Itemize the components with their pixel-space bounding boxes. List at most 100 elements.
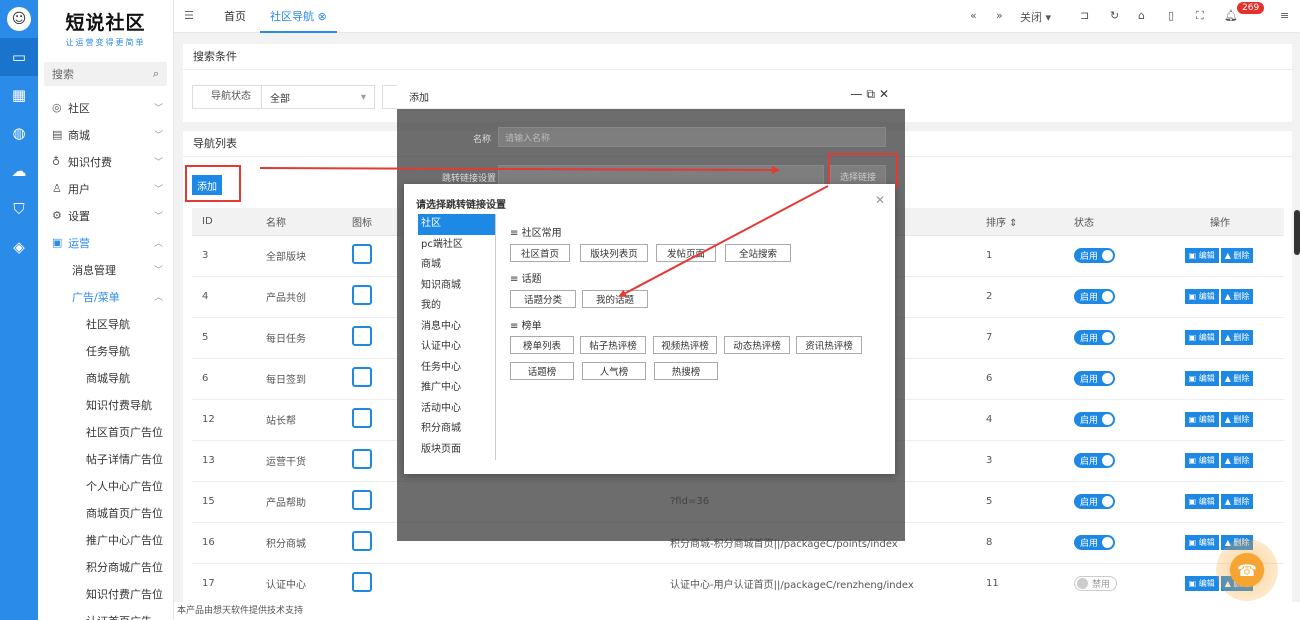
edit-button[interactable]: ▣ 编辑 [1184, 535, 1219, 550]
sidebar-sub-item[interactable]: 知识付费导航 [38, 391, 173, 418]
edit-button[interactable]: ▣ 编辑 [1184, 453, 1219, 468]
note-icon[interactable]: ▯ [1168, 9, 1174, 22]
category-item[interactable]: 商城 [418, 255, 495, 276]
close-icon[interactable]: ✕ [879, 87, 893, 101]
name-input[interactable]: 请输入名称 [498, 127, 886, 147]
sidebar-sub-item[interactable]: 商城导航 [38, 364, 173, 391]
delete-button[interactable]: ▲ 删除 [1220, 412, 1254, 427]
sidebar-sub-item[interactable]: 社区首页广告位 [38, 418, 173, 445]
link-chip[interactable]: 人气榜 [582, 362, 646, 380]
link-input[interactable] [498, 165, 824, 185]
link-chip[interactable]: 资讯热评榜 [796, 336, 862, 354]
sidebar-sub-item[interactable]: 商城首页广告位 [38, 499, 173, 526]
link-chip[interactable]: 我的话题 [582, 290, 648, 308]
edit-button[interactable]: ▣ 编辑 [1184, 289, 1219, 304]
close-tabs-dropdown[interactable]: 关闭 ▾ [1020, 9, 1051, 25]
page-scrollbar[interactable] [1294, 210, 1300, 255]
link-chip[interactable]: 全站搜索 [725, 244, 791, 262]
lock-screen-icon[interactable]: ⊐ [1080, 9, 1089, 22]
category-item[interactable]: 积分商城 [418, 419, 495, 440]
link-chip[interactable]: 社区首页 [510, 244, 570, 262]
status-toggle[interactable]: 启用 [1074, 412, 1116, 427]
globe-icon[interactable]: ◍ [0, 114, 38, 152]
edit-button[interactable]: ▣ 编辑 [1184, 494, 1219, 509]
category-item[interactable]: 版块页面 [418, 440, 495, 461]
category-item[interactable]: pc端社区 [418, 235, 495, 256]
delete-button[interactable]: ▲ 删除 [1220, 371, 1254, 386]
sidebar-sub-item[interactable]: 个人中心广告位 [38, 472, 173, 499]
cloud-icon[interactable]: ☁ [0, 152, 38, 190]
sidebar-sub-item[interactable]: 认证首页广告 [38, 607, 173, 620]
edit-button[interactable]: ▣ 编辑 [1184, 248, 1219, 263]
status-filter[interactable]: 导航状态 全部 ▾ [192, 85, 375, 109]
sidebar-item-store[interactable]: ▤ 商城 ﹀ [38, 121, 173, 148]
status-toggle[interactable]: 启用 [1074, 535, 1116, 550]
delete-button[interactable]: ▲ 删除 [1220, 494, 1254, 509]
edit-button[interactable]: ▣ 编辑 [1184, 371, 1219, 386]
edit-button[interactable]: ▣ 编辑 [1184, 412, 1219, 427]
home-icon[interactable]: ⌂ [1138, 9, 1145, 22]
status-toggle[interactable]: 启用 [1074, 371, 1116, 386]
status-toggle[interactable]: 启用 [1074, 289, 1116, 304]
sidebar-item-messages[interactable]: 消息管理 ﹀ [38, 256, 173, 283]
sidebar-sub-item[interactable]: 社区导航 [38, 310, 173, 337]
link-chip[interactable]: 动态热评榜 [724, 336, 790, 354]
delete-button[interactable]: ▲ 删除 [1220, 453, 1254, 468]
status-toggle[interactable]: 禁用 [1074, 575, 1118, 591]
sidebar-sub-item[interactable]: 帖子详情广告位 [38, 445, 173, 472]
menu-fold-icon[interactable]: ☰ [184, 9, 194, 22]
link-chip[interactable]: 版块列表页 [580, 244, 648, 262]
bell-icon[interactable]: 🔔︎ [1224, 9, 1238, 22]
link-chip[interactable]: 话题榜 [510, 362, 574, 380]
status-toggle[interactable]: 启用 [1074, 494, 1116, 509]
status-toggle[interactable]: 启用 [1074, 248, 1116, 263]
col-sort[interactable]: 排序 ⇕ [976, 208, 1064, 236]
link-chip[interactable]: 热搜榜 [654, 362, 718, 380]
sidebar-sub-item[interactable]: 推广中心广告位 [38, 526, 173, 553]
sidebar-item-settings[interactable]: ⚙ 设置 ﹀ [38, 202, 173, 229]
close-icon[interactable]: ✕ [875, 193, 885, 207]
scroll-right-icon[interactable]: » [996, 9, 1003, 22]
refresh-icon[interactable]: ↻ [1110, 9, 1119, 22]
link-chip[interactable]: 发帖页面 [656, 244, 716, 262]
edit-button[interactable]: ▣ 编辑 [1184, 330, 1219, 345]
shield-icon[interactable]: ⛉ [0, 190, 38, 228]
filter-field-partial[interactable] [382, 85, 398, 109]
link-chip[interactable]: 榜单列表 [510, 336, 574, 354]
category-item[interactable]: 活动中心 [418, 399, 495, 420]
category-item[interactable]: 任务中心 [418, 358, 495, 379]
delete-button[interactable]: ▲ 删除 [1220, 248, 1254, 263]
link-chip[interactable]: 话题分类 [510, 290, 576, 308]
avatar-icon[interactable]: ☺ [7, 7, 31, 31]
sidebar-sub-item[interactable]: 任务导航 [38, 337, 173, 364]
category-item[interactable]: 推广中心 [418, 378, 495, 399]
category-item[interactable]: 知识商城 [418, 276, 495, 297]
category-item[interactable]: 认证中心 [418, 337, 495, 358]
tab-community-nav[interactable]: 社区导航 ⊗ [260, 0, 337, 33]
minimize-icon[interactable]: — [850, 87, 866, 101]
sidebar-sub-item[interactable]: 积分商城广告位 [38, 553, 173, 580]
sidebar-item-community[interactable]: ◎ 社区 ﹀ [38, 94, 173, 121]
close-circle-icon[interactable]: ⊗ [318, 10, 327, 23]
category-item[interactable]: 我的 [418, 296, 495, 317]
apps-grid-icon[interactable]: ▦ [0, 76, 38, 114]
maximize-icon[interactable]: ⧉ [866, 87, 879, 101]
link-chip[interactable]: 视频热评榜 [653, 336, 717, 354]
sidebar-item-users[interactable]: ♙ 用户 ﹀ [38, 175, 173, 202]
category-item[interactable]: 消息中心 [418, 317, 495, 338]
delete-button[interactable]: ▲ 删除 [1220, 330, 1254, 345]
sidebar-search[interactable]: 搜索 ⌕ [44, 62, 167, 86]
support-fab[interactable]: ☎ [1216, 539, 1278, 601]
sidebar-sub-item[interactable]: 知识付费广告位 [38, 580, 173, 607]
tab-home[interactable]: 首页 [224, 0, 246, 33]
status-toggle[interactable]: 启用 [1074, 330, 1116, 345]
sidebar-item-ads[interactable]: 广告/菜单 ︿ [38, 283, 173, 310]
sidebar-item-knowledge[interactable]: ♁ 知识付费 ﹀ [38, 148, 173, 175]
layers-icon[interactable]: ◈ [0, 228, 38, 266]
more-menu-icon[interactable]: ≡ [1280, 9, 1289, 22]
edit-button[interactable]: ▣ 编辑 [1184, 576, 1219, 591]
scroll-left-icon[interactable]: « [970, 9, 977, 22]
category-item[interactable]: 社区 [418, 214, 495, 235]
link-chip[interactable]: 帖子热评榜 [580, 336, 646, 354]
delete-button[interactable]: ▲ 删除 [1220, 289, 1254, 304]
